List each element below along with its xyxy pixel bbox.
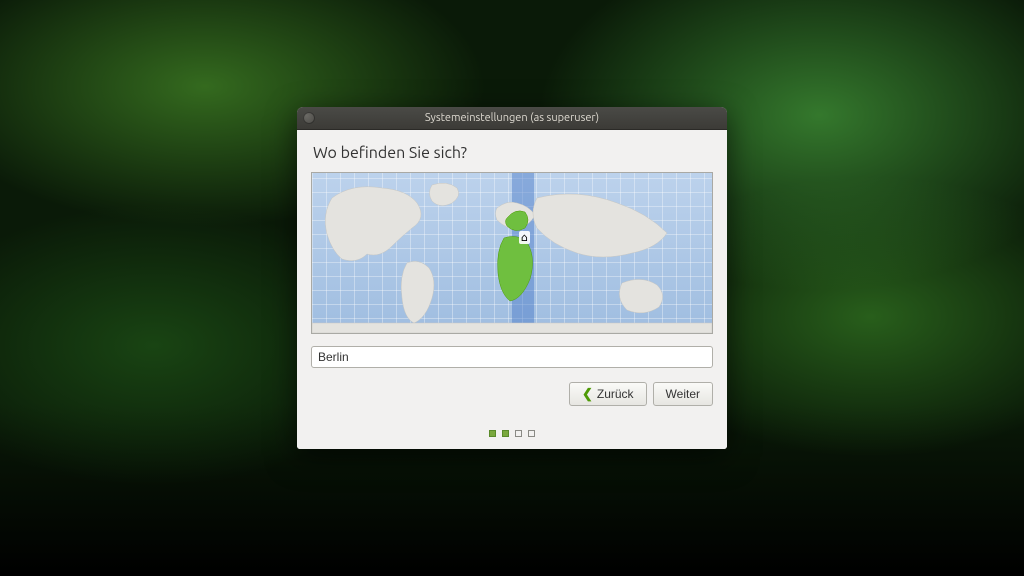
world-map-icon bbox=[312, 173, 712, 333]
progress-step bbox=[528, 430, 535, 437]
next-button[interactable]: Weiter bbox=[653, 382, 713, 406]
progress-step bbox=[502, 430, 509, 437]
next-button-label: Weiter bbox=[666, 387, 700, 401]
wizard-button-row: ❮ Zurück Weiter bbox=[311, 382, 713, 406]
chevron-left-icon: ❮ bbox=[582, 386, 593, 402]
progress-step bbox=[515, 430, 522, 437]
window-content: Wo befinden Sie sich? bbox=[297, 130, 727, 416]
close-icon[interactable] bbox=[303, 112, 315, 124]
timezone-map[interactable]: ⌂ bbox=[311, 172, 713, 334]
map-pin-icon: ⌂ bbox=[519, 231, 530, 244]
page-heading: Wo befinden Sie sich? bbox=[313, 144, 713, 162]
progress-step bbox=[489, 430, 496, 437]
desktop-background: Systemeinstellungen (as superuser) Wo be… bbox=[0, 0, 1024, 576]
back-button[interactable]: ❮ Zurück bbox=[569, 382, 647, 406]
back-button-label: Zurück bbox=[597, 387, 634, 401]
window-title: Systemeinstellungen (as superuser) bbox=[425, 112, 599, 124]
wizard-progress bbox=[297, 416, 727, 449]
window-titlebar: Systemeinstellungen (as superuser) bbox=[297, 107, 727, 130]
installer-window: Systemeinstellungen (as superuser) Wo be… bbox=[297, 107, 727, 449]
location-input[interactable] bbox=[311, 346, 713, 368]
